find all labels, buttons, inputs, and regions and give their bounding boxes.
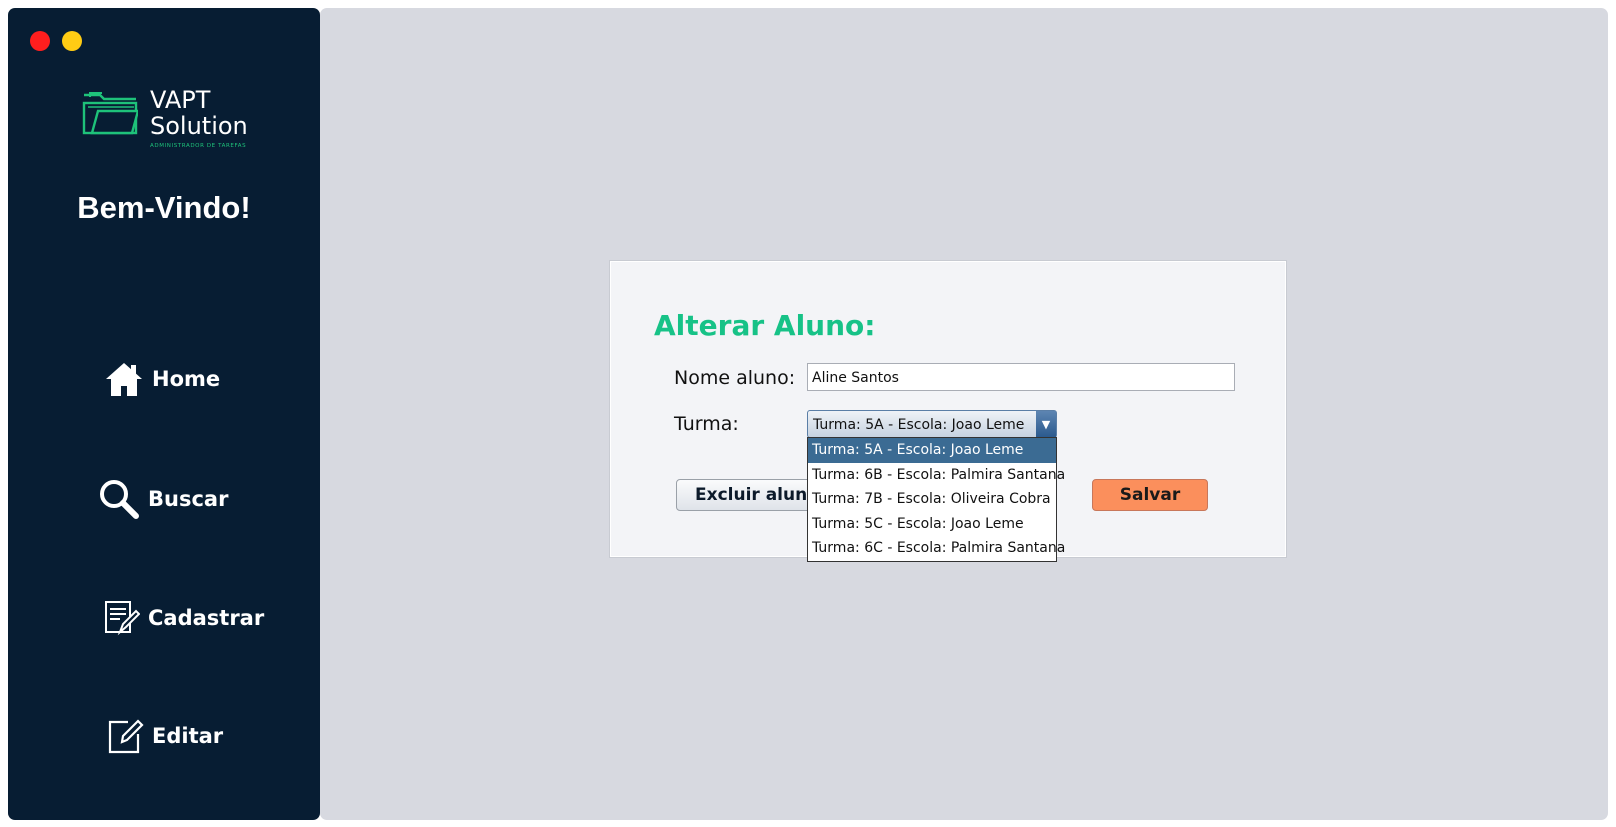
logo-line-1: VAPT — [150, 86, 211, 114]
sidebar-item-home[interactable]: Home — [104, 360, 220, 398]
turma-option[interactable]: Turma: 5A - Escola: Joao Leme — [808, 438, 1056, 463]
sidebar: VAPT Solution ADMINISTRADOR DE TAREFAS B… — [8, 8, 320, 820]
turma-select[interactable]: Turma: 5A - Escola: Joao Leme ▼ — [807, 410, 1057, 438]
turma-selected-value: Turma: 5A - Escola: Joao Leme — [813, 417, 1025, 433]
turma-option[interactable]: Turma: 6B - Escola: Palmira Santana — [808, 463, 1065, 488]
sidebar-item-label: Cadastrar — [148, 606, 265, 630]
turma-option[interactable]: Turma: 7B - Escola: Oliveira Cobra — [808, 487, 1056, 512]
edit-icon — [108, 718, 144, 754]
close-window-button[interactable] — [30, 31, 50, 51]
logo-tagline: ADMINISTRADOR DE TAREFAS — [150, 143, 247, 149]
minimize-window-button[interactable] — [62, 31, 82, 51]
sidebar-item-label: Home — [152, 367, 221, 391]
alterar-aluno-panel: Alterar Aluno: Nome aluno: Aline Santos … — [609, 260, 1287, 562]
sidebar-item-label: Editar — [152, 724, 224, 748]
main-content: Alterar Aluno: Nome aluno: Aline Santos … — [320, 8, 1608, 820]
sidebar-item-buscar[interactable]: Buscar — [98, 478, 228, 520]
turma-dropdown-list: Turma: 5A - Escola: Joao Leme Turma: 6B … — [807, 437, 1065, 562]
nome-aluno-label: Nome aluno: — [674, 367, 796, 389]
register-icon — [104, 600, 140, 636]
logo-text: VAPT Solution — [150, 87, 248, 139]
search-icon — [98, 478, 140, 520]
chevron-down-icon[interactable]: ▼ — [1036, 411, 1056, 437]
sidebar-item-label: Buscar — [148, 487, 229, 511]
app-logo: VAPT Solution ADMINISTRADOR DE TAREFAS — [72, 83, 262, 155]
salvar-button[interactable]: Salvar — [1092, 479, 1208, 511]
turma-option[interactable]: Turma: 5C - Escola: Joao Leme — [808, 512, 1056, 537]
turma-label: Turma: — [674, 413, 739, 435]
home-icon — [104, 360, 144, 398]
welcome-heading: Bem-Vindo! — [77, 190, 251, 225]
logo-line-2: Solution — [150, 112, 248, 140]
folder-logo-icon — [82, 92, 138, 135]
sidebar-item-cadastrar[interactable]: Cadastrar — [104, 600, 264, 636]
nome-aluno-input[interactable]: Aline Santos — [807, 363, 1235, 391]
sidebar-item-editar[interactable]: Editar — [108, 718, 223, 754]
turma-option[interactable]: Turma: 6C - Escola: Palmira Santana — [808, 536, 1065, 561]
form-title: Alterar Aluno: — [654, 309, 876, 342]
